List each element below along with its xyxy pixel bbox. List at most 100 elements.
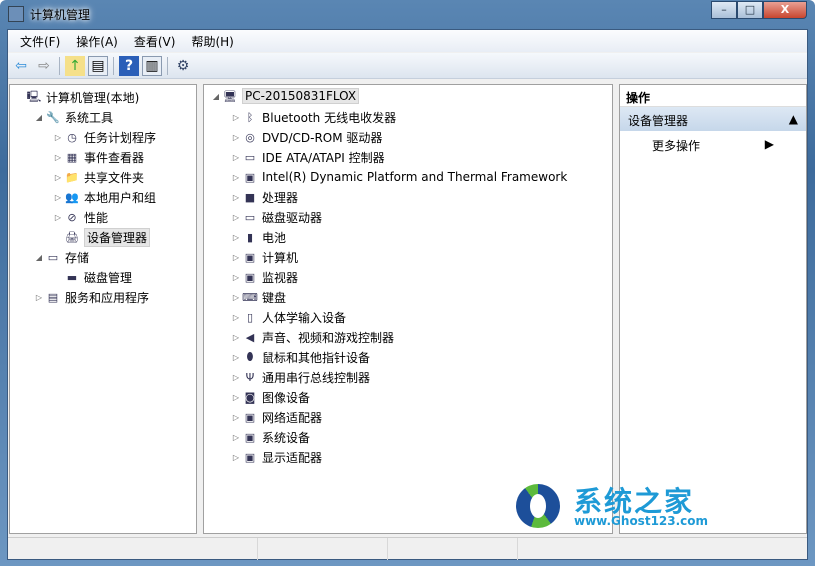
device-category[interactable]: ▷ ▣ 系统设备 (230, 428, 310, 446)
device-category[interactable]: ▷ ▣ 监视器 (230, 268, 298, 286)
help-button[interactable]: ? (119, 55, 139, 76)
device-category[interactable]: ▷ ▣ Intel(R) Dynamic Platform and Thermal … (230, 168, 567, 186)
device-category-label: 键盘 (262, 290, 287, 305)
device-category-label: IDE ATA/ATAPI 控制器 (262, 150, 385, 165)
device-category[interactable]: ▷ ■ 处理器 (230, 188, 298, 206)
expand-arrow[interactable]: ▷ (230, 433, 242, 442)
tree-item[interactable]: ▷ ◷ 任务计划程序 (52, 128, 156, 146)
expand-arrow[interactable]: ▷ (230, 133, 242, 142)
disk-icon: ▬ (66, 270, 78, 284)
expand-arrow[interactable]: ▷ (230, 213, 242, 222)
title-bar[interactable]: 计算机管理 – □ X (0, 0, 815, 28)
dvd-icon: ◎ (245, 130, 255, 144)
actions-section[interactable]: 设备管理器 ▲ (620, 107, 806, 131)
device-category-label: 磁盘驱动器 (262, 210, 323, 225)
menu-help[interactable]: 帮助(H) (183, 33, 241, 50)
close-button[interactable]: X (763, 1, 807, 19)
device-category[interactable]: ▷ ▣ 显示适配器 (230, 448, 322, 466)
tree-item[interactable]: ▷ 👥 本地用户和组 (52, 188, 156, 206)
minimize-button[interactable]: – (711, 1, 737, 19)
device-tree: ◢ 🖥 PC-20150831FLOX ▷ ᛒ Bluetooth 无线电收发器 ▷ ◎… (203, 84, 613, 534)
expand-arrow[interactable]: ▷ (52, 153, 64, 162)
usb-icon: Ψ (245, 370, 255, 384)
device-category[interactable]: ▷ ▭ 磁盘驱动器 (230, 208, 322, 226)
device-category[interactable]: ▷ ⬮ 鼠标和其他指针设备 (230, 348, 370, 366)
expand-arrow[interactable]: ▷ (230, 113, 242, 122)
tree-item[interactable]: ◢ ▭ 存储 (33, 248, 89, 266)
device-category[interactable]: ▷ ▮ 电池 (230, 228, 286, 246)
display-adapter-icon: ▣ (244, 450, 256, 464)
more-actions[interactable]: 更多操作 ▶ (620, 133, 806, 155)
tree-item[interactable]: 🖨 设备管理器 (52, 227, 151, 247)
device-category-label: 系统设备 (262, 430, 311, 445)
menu-file[interactable]: 文件(F) (12, 33, 68, 50)
show-hide-action-button[interactable]: ▥ (142, 55, 162, 76)
console-tree: 🖳 计算机管理(本地) ◢ 🔧 系统工具 ▷ ◷ 任务计划程序 ▷ ▦ 事件查看器 ▷ 📁 共享文件夹 ▷ 👥… (9, 84, 197, 534)
expand-arrow[interactable]: ▷ (52, 173, 64, 182)
up-button[interactable]: ↑ (65, 55, 85, 76)
device-category-label: 电池 (262, 230, 287, 245)
expand-arrow[interactable]: ▷ (230, 253, 242, 262)
device-category[interactable]: ▷ ◀ 声音、视频和游戏控制器 (230, 328, 394, 346)
expand-arrow[interactable]: ▷ (230, 333, 242, 342)
device-category-label: Bluetooth 无线电收发器 (262, 110, 397, 125)
expand-arrow[interactable]: ▷ (230, 453, 242, 462)
device-category[interactable]: ▷ ᛒ Bluetooth 无线电收发器 (230, 108, 396, 126)
expand-arrow[interactable]: ▷ (230, 153, 242, 162)
status-section (8, 538, 258, 560)
camera-icon: ◙ (244, 390, 256, 404)
maximize-button[interactable]: □ (737, 1, 763, 19)
expand-arrow[interactable]: ▷ (52, 213, 64, 222)
expand-arrow[interactable]: ◢ (33, 253, 45, 262)
tree-item-label: 性能 (84, 210, 109, 225)
window: 计算机管理 – □ X 文件(F) 操作(A) 查看(V) 帮助(H) ⇦ ⇨ … (0, 0, 815, 566)
device-category[interactable]: ▷ ▯ 人体学输入设备 (230, 308, 346, 326)
tree-root[interactable]: ◢ 🖥 PC-20150831FLOX (210, 87, 360, 105)
device-category[interactable]: ▷ ◙ 图像设备 (230, 388, 310, 406)
collapse-icon[interactable]: ▲ (789, 112, 798, 126)
forward-button[interactable]: ⇨ (34, 56, 54, 76)
tree-item-label: 存储 (65, 250, 90, 265)
device-category[interactable]: ▷ ⌨ 键盘 (230, 288, 286, 306)
expand-arrow[interactable]: ▷ (230, 233, 242, 242)
tree-item[interactable]: ▬ 磁盘管理 (52, 268, 132, 286)
tree-item-label: 共享文件夹 (84, 170, 145, 185)
expand-arrow[interactable]: ▷ (52, 193, 64, 202)
expand-arrow[interactable]: ◢ (210, 92, 222, 101)
expand-arrow[interactable]: ▷ (230, 373, 242, 382)
show-hide-tree-button[interactable]: ▤ (88, 55, 108, 76)
expand-arrow[interactable]: ▷ (33, 293, 45, 302)
expand-arrow[interactable]: ▷ (52, 133, 64, 142)
tree-item[interactable]: ▷ 📁 共享文件夹 (52, 168, 144, 186)
device-category[interactable]: ▷ ▣ 计算机 (230, 248, 298, 266)
properties-button[interactable]: ⚙ (173, 56, 193, 76)
expand-arrow[interactable]: ▷ (230, 393, 242, 402)
submenu-arrow-icon: ▶ (764, 137, 774, 151)
device-category-label: Intel(R) Dynamic Platform and Thermal Fr… (262, 170, 568, 184)
network-icon: ▣ (244, 410, 256, 424)
ide-icon: ▭ (244, 150, 256, 164)
processor-icon: ■ (244, 190, 256, 204)
device-category[interactable]: ▷ Ψ 通用串行总线控制器 (230, 368, 370, 386)
tree-item[interactable]: ◢ 🔧 系统工具 (33, 108, 113, 126)
device-category[interactable]: ▷ ◎ DVD/CD-ROM 驱动器 (230, 128, 383, 146)
menu-action[interactable]: 操作(A) (68, 33, 126, 50)
expand-arrow[interactable]: ▷ (230, 313, 242, 322)
back-button[interactable]: ⇦ (11, 56, 31, 76)
expand-arrow[interactable]: ▷ (230, 353, 242, 362)
watermark-url: www.Ghost123.com (574, 514, 709, 528)
expand-arrow[interactable]: ▷ (230, 273, 242, 282)
tree-item[interactable]: 🖳 计算机管理(本地) (14, 88, 140, 106)
expand-arrow[interactable]: ▷ (230, 413, 242, 422)
tree-item[interactable]: ▷ ⊘ 性能 (52, 208, 108, 226)
menu-view[interactable]: 查看(V) (126, 33, 184, 50)
tree-item[interactable]: ▷ ▦ 事件查看器 (52, 148, 144, 166)
device-category[interactable]: ▷ ▣ 网络适配器 (230, 408, 322, 426)
device-category-label: 图像设备 (262, 390, 311, 405)
device-category[interactable]: ▷ ▭ IDE ATA/ATAPI 控制器 (230, 148, 385, 166)
tree-item[interactable]: ▷ ▤ 服务和应用程序 (33, 288, 149, 306)
expand-arrow[interactable]: ◢ (33, 113, 45, 122)
expand-arrow[interactable]: ▷ (230, 193, 242, 202)
expand-arrow[interactable]: ▷ (230, 293, 242, 302)
expand-arrow[interactable]: ▷ (230, 173, 242, 182)
